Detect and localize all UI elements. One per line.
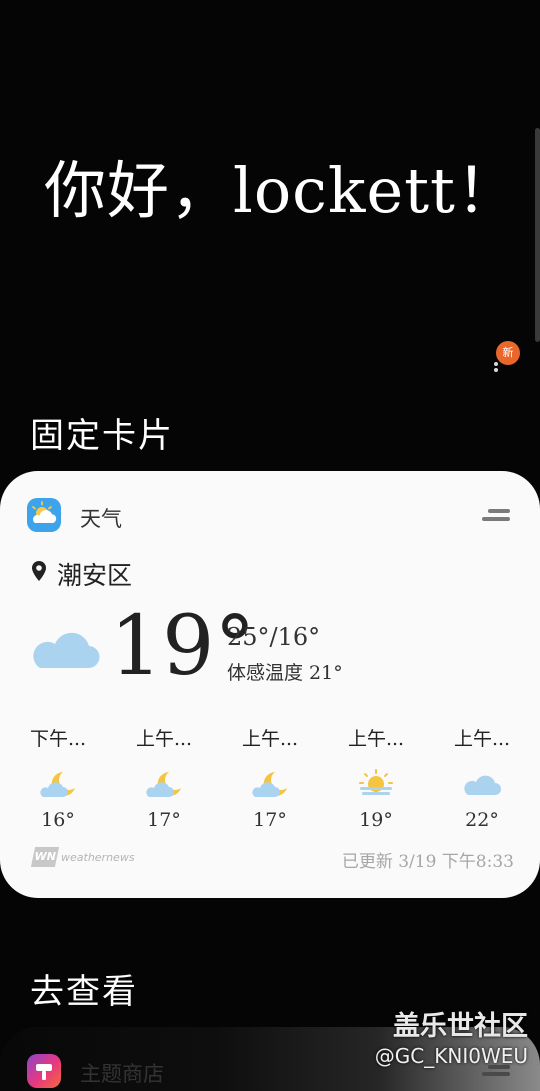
more-dot <box>494 368 498 372</box>
forecast-item: 上午... 22° <box>442 724 522 831</box>
forecast-item: 上午... 17° <box>124 724 204 831</box>
scroll-indicator[interactable] <box>535 128 540 342</box>
drag-handle-icon[interactable] <box>482 507 510 523</box>
weathernews-text: weathernews <box>61 850 135 864</box>
forecast-item: 下午... 16° <box>18 724 98 831</box>
forecast-temp: 16° <box>41 809 75 831</box>
cloud-icon <box>33 632 100 669</box>
forecast-item: 上午... 17° <box>230 724 310 831</box>
updated-time: 已更新 3/19 下午8:33 <box>341 852 514 872</box>
weathernews-mark: WN <box>30 847 60 867</box>
weather-app-name: 天气 <box>80 507 122 531</box>
forecast-time: 下午... <box>29 728 87 750</box>
cloudy-night-icon <box>252 772 287 797</box>
forecast-temp: 17° <box>147 809 181 831</box>
theme-store-label: 主题商店 <box>80 1062 164 1086</box>
cloudy-sun-icon <box>359 769 393 795</box>
watermark-handle: @GC_KNI0WEU <box>374 1044 528 1068</box>
forecast-item: 上午... 19° <box>336 724 416 831</box>
forecast-time: 上午... <box>347 728 405 750</box>
more-vertical-icon <box>494 362 498 366</box>
weathernews-logo[interactable]: WN weathernews <box>30 846 135 868</box>
cloudy-night-icon <box>40 772 75 797</box>
cloud-icon <box>464 775 501 795</box>
theme-store-icon <box>27 1054 61 1088</box>
pinned-cards-title: 固定卡片 <box>30 416 174 456</box>
forecast-temp: 22° <box>465 809 499 831</box>
goto-section-title: 去查看 <box>30 972 138 1012</box>
greeting-text: 你好，lockett！ <box>44 154 519 227</box>
temperature-range: 25°/16° <box>227 623 321 651</box>
location-name[interactable]: 潮安区 <box>57 556 132 592</box>
watermark-title: 盖乐世社区 <box>393 1011 528 1042</box>
forecast-temp: 17° <box>253 809 287 831</box>
forecast-time: 上午... <box>241 728 299 750</box>
forecast-time: 上午... <box>453 728 511 750</box>
location-pin-icon <box>32 561 46 581</box>
weather-app-icon <box>27 498 61 532</box>
new-badge: 新 <box>496 341 520 365</box>
cloudy-night-icon <box>146 772 181 797</box>
forecast-time: 上午... <box>135 728 193 750</box>
feels-like-temperature: 体感温度 21° <box>227 662 343 684</box>
forecast-temp: 19° <box>359 809 393 831</box>
